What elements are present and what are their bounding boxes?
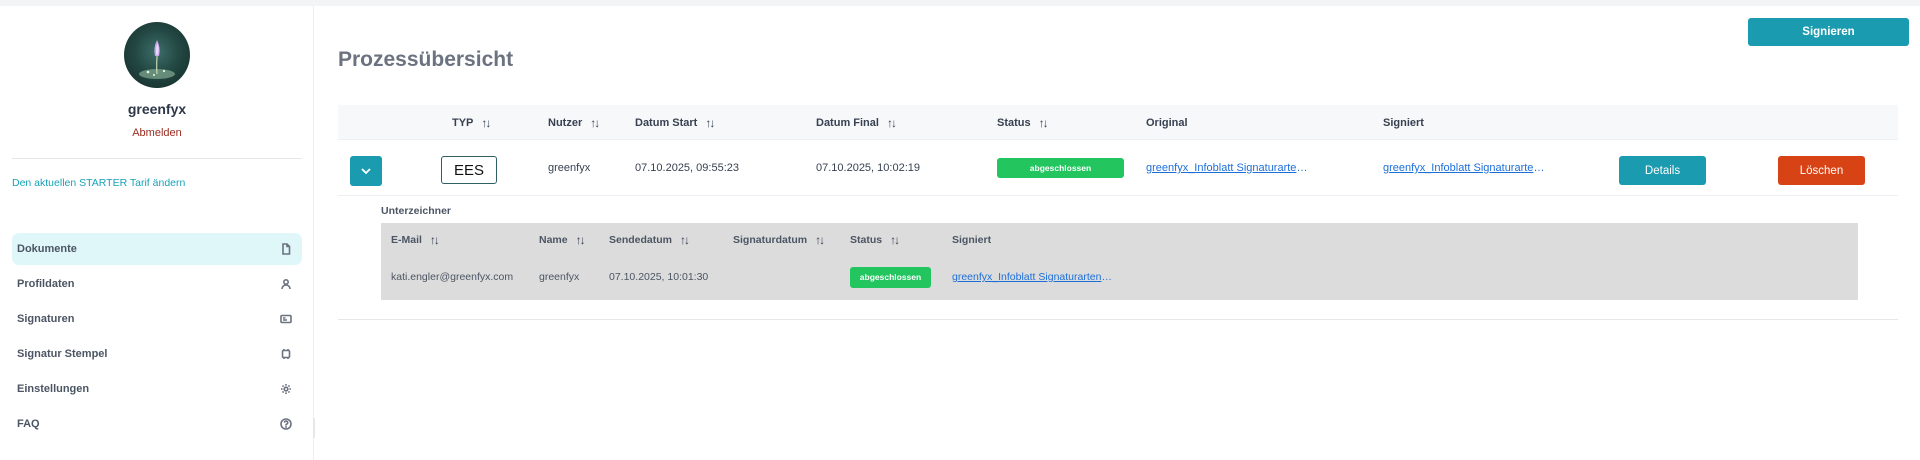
column-header-label: Signiert xyxy=(952,234,992,246)
column-header-label: Status xyxy=(997,116,1031,129)
help-icon xyxy=(280,418,292,430)
signed-file-link[interactable]: greenfyx_Infoblatt Signaturarten.pdf xyxy=(1383,162,1545,174)
sort-icon[interactable]: ↑↓ xyxy=(815,233,825,247)
signer-cell-signed: greenfyx_Infoblatt Signaturarten.pdf xyxy=(952,257,1117,297)
column-header-label: Original xyxy=(1146,116,1188,129)
sidebar-nav: Dokumente Profildaten Signaturen Signatu… xyxy=(12,233,302,443)
column-header-label: Datum Final xyxy=(816,116,879,129)
original-file-link[interactable]: greenfyx_Infoblatt Signaturarten.pdf xyxy=(1146,162,1308,174)
sidebar-item-faq[interactable]: FAQ xyxy=(12,408,302,440)
cell-signed: greenfyx_Infoblatt Signaturarten.pdf xyxy=(1383,146,1548,190)
column-header-signed: Signiert xyxy=(1383,105,1424,140)
logout-link[interactable]: Abmelden xyxy=(0,127,314,139)
details-button[interactable]: Details xyxy=(1619,156,1706,185)
change-tariff-link[interactable]: Den aktuellen STARTER Tarif ändern xyxy=(12,177,185,189)
sidebar-item-label: FAQ xyxy=(17,418,40,430)
sort-icon[interactable]: ↑↓ xyxy=(576,233,586,247)
sidebar-item-label: Profildaten xyxy=(17,278,75,290)
delete-button[interactable]: Löschen xyxy=(1778,156,1865,185)
column-header-label: Nutzer xyxy=(548,116,583,129)
column-header-label: Name xyxy=(539,234,568,246)
cell-original: greenfyx_Infoblatt Signaturarten.pdf xyxy=(1146,146,1311,190)
column-header-label: Sendedatum xyxy=(609,234,673,246)
signers-label: Unterzeichner xyxy=(381,205,452,217)
expand-row-button[interactable] xyxy=(350,156,382,186)
column-header-label: TYP xyxy=(452,116,474,129)
signer-header-name: Name ↑↓ xyxy=(539,223,586,257)
sort-icon[interactable]: ↑↓ xyxy=(590,116,600,130)
signer-header-signed-date: Signaturdatum ↑↓ xyxy=(733,223,825,257)
column-header-date-start: Datum Start ↑↓ xyxy=(635,105,715,140)
column-header-user: Nutzer ↑↓ xyxy=(548,105,600,140)
sidebar-item-einstellungen[interactable]: Einstellungen xyxy=(12,373,302,405)
column-header-label: Status xyxy=(850,234,883,246)
process-table-header: TYP ↑↓ Nutzer ↑↓ Datum Start ↑↓ Datum Fi… xyxy=(338,105,1898,140)
sort-icon[interactable]: ↑↓ xyxy=(887,116,897,130)
username: greenfyx xyxy=(127,101,187,117)
cell-user: greenfyx xyxy=(548,162,591,174)
sign-button[interactable]: Signieren xyxy=(1748,18,1909,46)
status-badge: abgeschlossen xyxy=(997,158,1124,178)
sort-icon[interactable]: ↑↓ xyxy=(1039,116,1049,130)
signer-cell-sent: 07.10.2025, 10:01:30 xyxy=(609,271,709,283)
type-badge: EES xyxy=(441,156,497,184)
cell-status: abgeschlossen xyxy=(997,146,1124,190)
sort-icon[interactable]: ↑↓ xyxy=(481,116,491,130)
gear-icon xyxy=(281,384,291,394)
sort-icon[interactable]: ↑↓ xyxy=(430,233,440,247)
cell-date-start: 07.10.2025, 09:55:23 xyxy=(635,162,739,174)
signer-header-status: Status ↑↓ xyxy=(850,223,900,257)
sort-icon[interactable]: ↑↓ xyxy=(705,116,715,130)
signer-cell-name: greenfyx xyxy=(539,271,580,283)
sidebar-item-label: Dokumente xyxy=(17,243,77,255)
status-badge: abgeschlossen xyxy=(850,266,931,288)
signer-header-sent: Sendedatum ↑↓ xyxy=(609,223,690,257)
column-header-label: E-Mail xyxy=(391,234,422,246)
page-title: Prozessübersicht xyxy=(338,48,514,71)
cell-date-final: 07.10.2025, 10:02:19 xyxy=(816,162,920,174)
main-content: Prozessübersicht Signieren TYP ↑↓ Nutzer… xyxy=(314,6,1920,460)
table-bottom-divider xyxy=(338,319,1898,320)
sidebar-item-label: Einstellungen xyxy=(17,383,90,395)
document-icon xyxy=(282,243,291,255)
sidebar-item-label: Signaturen xyxy=(17,313,75,325)
column-header-type: TYP ↑↓ xyxy=(452,105,491,140)
sidebar-item-signatur-stempel[interactable]: Signatur Stempel xyxy=(12,338,302,370)
sidebar-item-dokumente[interactable]: Dokumente xyxy=(12,233,302,265)
column-header-date-final: Datum Final ↑↓ xyxy=(816,105,897,140)
avatar[interactable] xyxy=(124,22,190,88)
user-icon xyxy=(281,278,291,290)
signers-table: E-Mail ↑↓ Name ↑↓ Sendedatum ↑↓ Signatur… xyxy=(381,223,1858,300)
sidebar-divider xyxy=(12,158,302,159)
sidebar: greenfyx Abmelden Den aktuellen STARTER … xyxy=(0,6,315,460)
avatar-flower-image xyxy=(139,40,175,79)
column-header-label: Signiert xyxy=(1383,116,1424,129)
id-card-icon xyxy=(280,314,292,324)
signer-cell-status: abgeschlossen xyxy=(850,257,931,297)
sort-icon[interactable]: ↑↓ xyxy=(680,233,690,247)
sort-icon[interactable]: ↑↓ xyxy=(890,233,900,247)
column-header-original: Original xyxy=(1146,105,1188,140)
stamp-icon xyxy=(281,349,291,359)
column-header-label: Datum Start xyxy=(635,116,698,129)
sidebar-item-profildaten[interactable]: Profildaten xyxy=(12,268,302,300)
signer-header-email: E-Mail ↑↓ xyxy=(391,223,440,257)
column-header-status: Status ↑↓ xyxy=(997,105,1049,140)
chevron-down-icon xyxy=(361,168,371,175)
column-header-label: Signaturdatum xyxy=(733,234,808,246)
table-row: EES greenfyx 07.10.2025, 09:55:23 07.10.… xyxy=(338,146,1898,196)
sidebar-item-signaturen[interactable]: Signaturen xyxy=(12,303,302,335)
signer-header-signed: Signiert xyxy=(952,223,991,257)
signer-signed-file-link[interactable]: greenfyx_Infoblatt Signaturarten.pdf xyxy=(952,271,1112,283)
signer-cell-email: kati.engler@greenfyx.com xyxy=(391,271,514,283)
sidebar-item-label: Signatur Stempel xyxy=(17,348,108,360)
